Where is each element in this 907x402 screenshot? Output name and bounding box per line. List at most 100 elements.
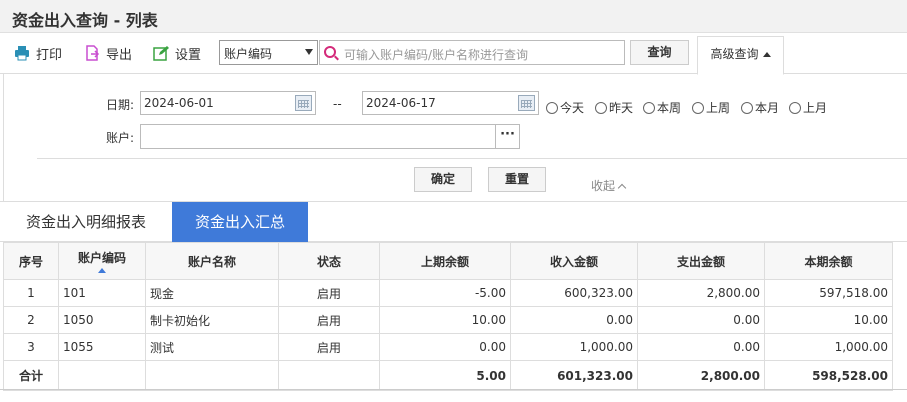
calendar-icon[interactable] <box>295 95 312 111</box>
column-header[interactable]: 本期余额 <box>764 242 893 280</box>
total-label: 合计 <box>3 360 59 391</box>
date-label: 日期: <box>106 98 135 112</box>
table-cell: 0.00 <box>379 333 511 361</box>
period-label: 本周 <box>657 101 682 115</box>
settings-button[interactable]: 设置 <box>153 43 201 63</box>
caret-up-icon <box>762 52 771 57</box>
table-cell <box>58 360 146 391</box>
export-button[interactable]: 导出 <box>84 43 132 63</box>
radio-circle <box>643 101 655 114</box>
table-cell <box>278 360 380 391</box>
table-cell: 启用 <box>278 306 380 334</box>
table-cell: 1 <box>3 279 59 307</box>
column-header[interactable]: 账户名称 <box>145 242 279 280</box>
table-cell: 启用 <box>278 333 380 361</box>
column-header-sorted[interactable]: 账户编码 <box>58 242 146 280</box>
collapse-label: 收起 <box>591 179 616 193</box>
radio-circle <box>546 101 558 114</box>
account-label: 账户: <box>106 131 135 145</box>
total-cell: 601,323.00 <box>510 360 638 391</box>
radio-circle <box>595 101 607 114</box>
column-header-label: 账户编码 <box>77 251 126 265</box>
table-cell: 2,800.00 <box>637 279 765 307</box>
print-button[interactable]: 打印 <box>14 43 62 63</box>
collapse-toggle[interactable]: 收起 <box>591 177 627 194</box>
table-row[interactable]: 1 101 现金 启用 -5.00 600,323.00 2,800.00 59… <box>3 279 893 307</box>
period-label: 本月 <box>755 101 780 115</box>
tab-detail-report[interactable]: 资金出入明细报表 <box>10 202 162 242</box>
table-header-row: 序号 账户编码 账户名称 状态 上期余额 收入金额 支出金额 本期余额 <box>3 242 893 280</box>
tab-summary[interactable]: 资金出入汇总 <box>172 202 308 242</box>
advanced-query-tab[interactable]: 高级查询 <box>697 36 784 75</box>
date-from-value: 2024-06-01 <box>144 96 214 110</box>
column-header[interactable]: 状态 <box>278 242 380 280</box>
chevron-up-icon <box>617 183 627 193</box>
table-total-row: 合计 5.00 601,323.00 2,800.00 598,528.00 <box>3 360 893 391</box>
search-placeholder: 可输入账户编码/账户名称进行查询 <box>344 48 529 62</box>
column-header[interactable]: 收入金额 <box>510 242 638 280</box>
table-cell: 1050 <box>58 306 146 334</box>
table-cell: 制卡初始化 <box>145 306 279 334</box>
period-radio-this-week[interactable]: 本周 <box>643 99 681 116</box>
query-button[interactable]: 查询 <box>630 40 689 65</box>
table-cell: 600,323.00 <box>510 279 638 307</box>
advanced-query-label: 高级查询 <box>710 47 759 61</box>
date-to-input[interactable]: 2024-06-17 <box>362 91 539 115</box>
table-cell: 0.00 <box>637 306 765 334</box>
period-radio-yesterday[interactable]: 昨天 <box>595 99 633 116</box>
period-radio-today[interactable]: 今天 <box>546 99 584 116</box>
toolbar: 打印 导出 设置 账户编码 可输入账户编码/账户名称进行查询 查询 高级查询 <box>0 34 907 75</box>
table-cell: 597,518.00 <box>764 279 893 307</box>
table-cell: 启用 <box>278 279 380 307</box>
field-select[interactable]: 账户编码 <box>219 40 318 65</box>
column-header[interactable]: 支出金额 <box>637 242 765 280</box>
period-label: 今天 <box>560 101 585 115</box>
period-radio-this-month[interactable]: 本月 <box>741 99 779 116</box>
field-select-value: 账户编码 <box>224 47 273 61</box>
settings-label: 设置 <box>175 47 202 63</box>
date-to-value: 2024-06-17 <box>366 96 436 110</box>
account-input[interactable] <box>140 124 496 149</box>
total-cell: 2,800.00 <box>637 360 765 391</box>
period-label: 昨天 <box>609 101 634 115</box>
table-cell: 测试 <box>145 333 279 361</box>
chevron-down-icon <box>305 49 313 55</box>
divider <box>0 389 907 390</box>
table-cell: 1,000.00 <box>764 333 893 361</box>
search-icon <box>324 46 336 58</box>
title-bar: 资金出入查询 - 列表 <box>0 0 907 33</box>
calendar-icon[interactable] <box>518 95 535 111</box>
table-cell <box>145 360 279 391</box>
table-cell: -5.00 <box>379 279 511 307</box>
account-picker-button[interactable]: ··· <box>495 124 520 149</box>
edit-icon <box>153 46 169 61</box>
summary-table: 序号 账户编码 账户名称 状态 上期余额 收入金额 支出金额 本期余额 1 10… <box>3 242 893 391</box>
radio-circle <box>789 101 801 114</box>
report-tabs: 资金出入明细报表 资金出入汇总 <box>0 201 907 242</box>
period-label: 上月 <box>803 101 828 115</box>
period-radio-last-month[interactable]: 上月 <box>789 99 827 116</box>
page-title: 资金出入查询 - 列表 <box>12 11 158 30</box>
sort-ascending-icon <box>98 268 106 273</box>
total-cell: 598,528.00 <box>764 360 893 391</box>
date-range-separator: -- <box>333 97 342 111</box>
table-cell: 0.00 <box>510 306 638 334</box>
print-label: 打印 <box>36 47 63 63</box>
table-cell: 现金 <box>145 279 279 307</box>
date-from-input[interactable]: 2024-06-01 <box>140 91 316 115</box>
table-cell: 2 <box>3 306 59 334</box>
table-row[interactable]: 2 1050 制卡初始化 启用 10.00 0.00 0.00 10.00 <box>3 306 893 334</box>
period-radio-last-week[interactable]: 上周 <box>692 99 730 116</box>
printer-icon <box>15 46 29 61</box>
search-input[interactable]: 可输入账户编码/账户名称进行查询 <box>319 40 625 65</box>
table-cell: 1,000.00 <box>510 333 638 361</box>
table-cell: 101 <box>58 279 146 307</box>
column-header[interactable]: 上期余额 <box>379 242 511 280</box>
export-label: 导出 <box>106 47 133 63</box>
column-header[interactable]: 序号 <box>3 242 59 280</box>
divider <box>37 158 907 159</box>
confirm-button[interactable]: 确定 <box>414 167 472 192</box>
reset-button[interactable]: 重置 <box>488 167 546 192</box>
radio-circle <box>741 101 753 114</box>
table-row[interactable]: 3 1055 测试 启用 0.00 1,000.00 0.00 1,000.00 <box>3 333 893 361</box>
